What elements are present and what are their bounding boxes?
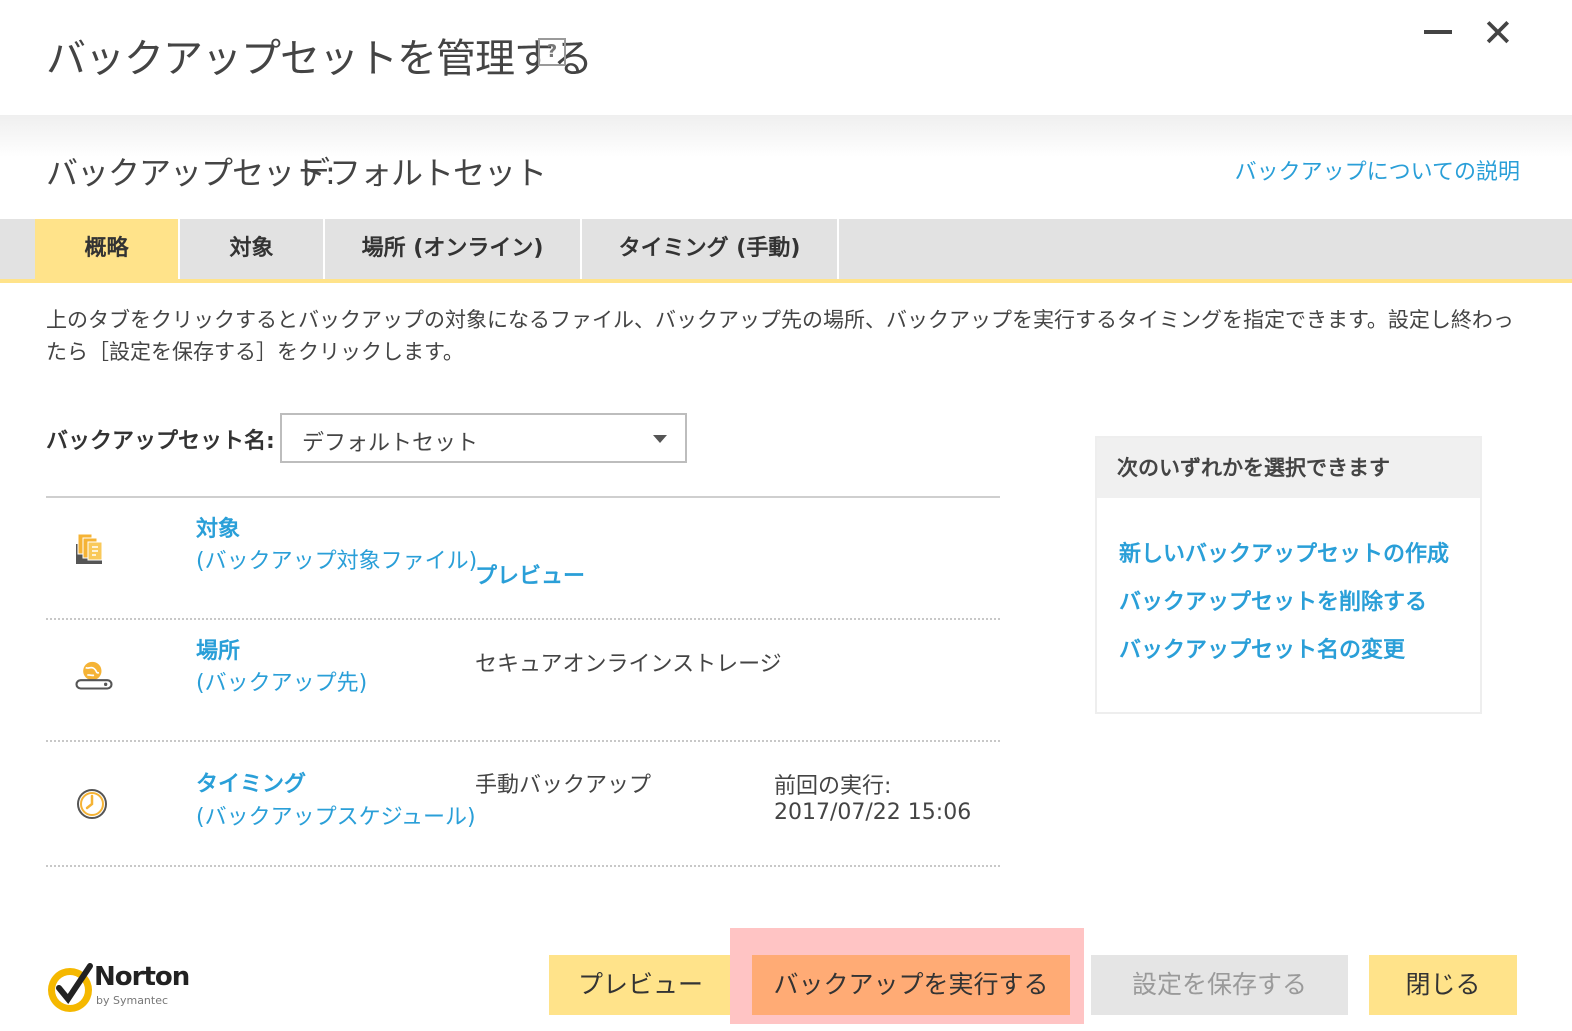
norton-check-icon xyxy=(48,963,93,1012)
last-run-value: 2017/07/22 15:06 xyxy=(774,800,972,825)
target-sub-link[interactable]: (バックアップ対象ファイル) xyxy=(196,543,477,575)
backup-set-name-label: バックアップセット名: xyxy=(46,429,275,454)
timing-link[interactable]: タイミング xyxy=(196,766,306,798)
preview-button[interactable]: プレビュー xyxy=(549,955,732,1015)
backup-set-value: デフォルトセット xyxy=(298,154,547,192)
norton-logo-text: Norton xyxy=(94,962,190,992)
backup-set-name-value: デフォルトセット xyxy=(302,431,479,456)
tab-timing[interactable]: タイミング (手動) xyxy=(582,219,839,279)
divider xyxy=(46,496,1000,498)
divider xyxy=(46,618,1000,620)
options-panel: 次のいずれかを選択できます 新しいバックアップセットの作成 バックアップセットを… xyxy=(1095,436,1482,714)
tab-target[interactable]: 対象 xyxy=(180,219,325,279)
preview-link[interactable]: プレビュー xyxy=(475,558,585,590)
norton-logo-sub: by Symantec xyxy=(96,994,169,1007)
minimize-icon[interactable] xyxy=(1424,30,1452,34)
create-backup-set-link[interactable]: 新しいバックアップセットの作成 xyxy=(1119,536,1449,568)
close-button[interactable]: 閉じる xyxy=(1369,955,1517,1015)
location-value: セキュアオンラインストレージ xyxy=(475,652,782,677)
location-link[interactable]: 場所 xyxy=(196,633,240,665)
title-bar: バックアップセットを管理する ? ✕ xyxy=(0,0,1572,115)
files-icon xyxy=(76,533,103,564)
run-backup-button[interactable]: バックアップを実行する xyxy=(752,955,1070,1015)
manage-backup-set-window: バックアップセットを管理する ? ✕ バックアップセット: デフォルトセット バ… xyxy=(0,0,1572,1031)
window-title: バックアップセットを管理する xyxy=(46,36,593,82)
options-panel-heading: 次のいずれかを選択できます xyxy=(1097,438,1480,498)
divider xyxy=(46,865,1000,867)
save-settings-button[interactable]: 設定を保存する xyxy=(1091,955,1348,1015)
location-sub-link[interactable]: (バックアップ先) xyxy=(196,665,367,697)
divider xyxy=(46,740,1000,742)
rename-backup-set-link[interactable]: バックアップセット名の変更 xyxy=(1119,632,1405,664)
online-storage-icon xyxy=(75,661,113,690)
last-run-label: 前回の実行: xyxy=(774,774,892,799)
tab-location[interactable]: 場所 (オンライン) xyxy=(325,219,582,279)
tab-overview[interactable]: 概略 xyxy=(35,219,180,279)
timing-sub-link[interactable]: (バックアップスケジュール) xyxy=(196,799,476,831)
description-text: 上のタブをクリックするとバックアップの対象になるファイル、バックアップ先の場所、… xyxy=(46,308,1514,364)
backup-set-label: バックアップセット: xyxy=(46,154,336,192)
help-icon[interactable]: ? xyxy=(538,38,566,66)
close-icon[interactable]: ✕ xyxy=(1482,14,1514,52)
backup-set-name-select[interactable]: デフォルトセット xyxy=(280,413,687,463)
tab-bar: 概略 対象 場所 (オンライン) タイミング (手動) xyxy=(0,219,1572,283)
norton-logo: Norton by Symantec xyxy=(44,960,194,1016)
clock-icon xyxy=(77,789,107,819)
chevron-down-icon xyxy=(653,435,667,443)
target-link[interactable]: 対象 xyxy=(196,511,240,543)
backup-help-link[interactable]: バックアップについての説明 xyxy=(1235,154,1520,186)
delete-backup-set-link[interactable]: バックアップセットを削除する xyxy=(1119,584,1427,616)
timing-value: 手動バックアップ xyxy=(475,773,652,798)
